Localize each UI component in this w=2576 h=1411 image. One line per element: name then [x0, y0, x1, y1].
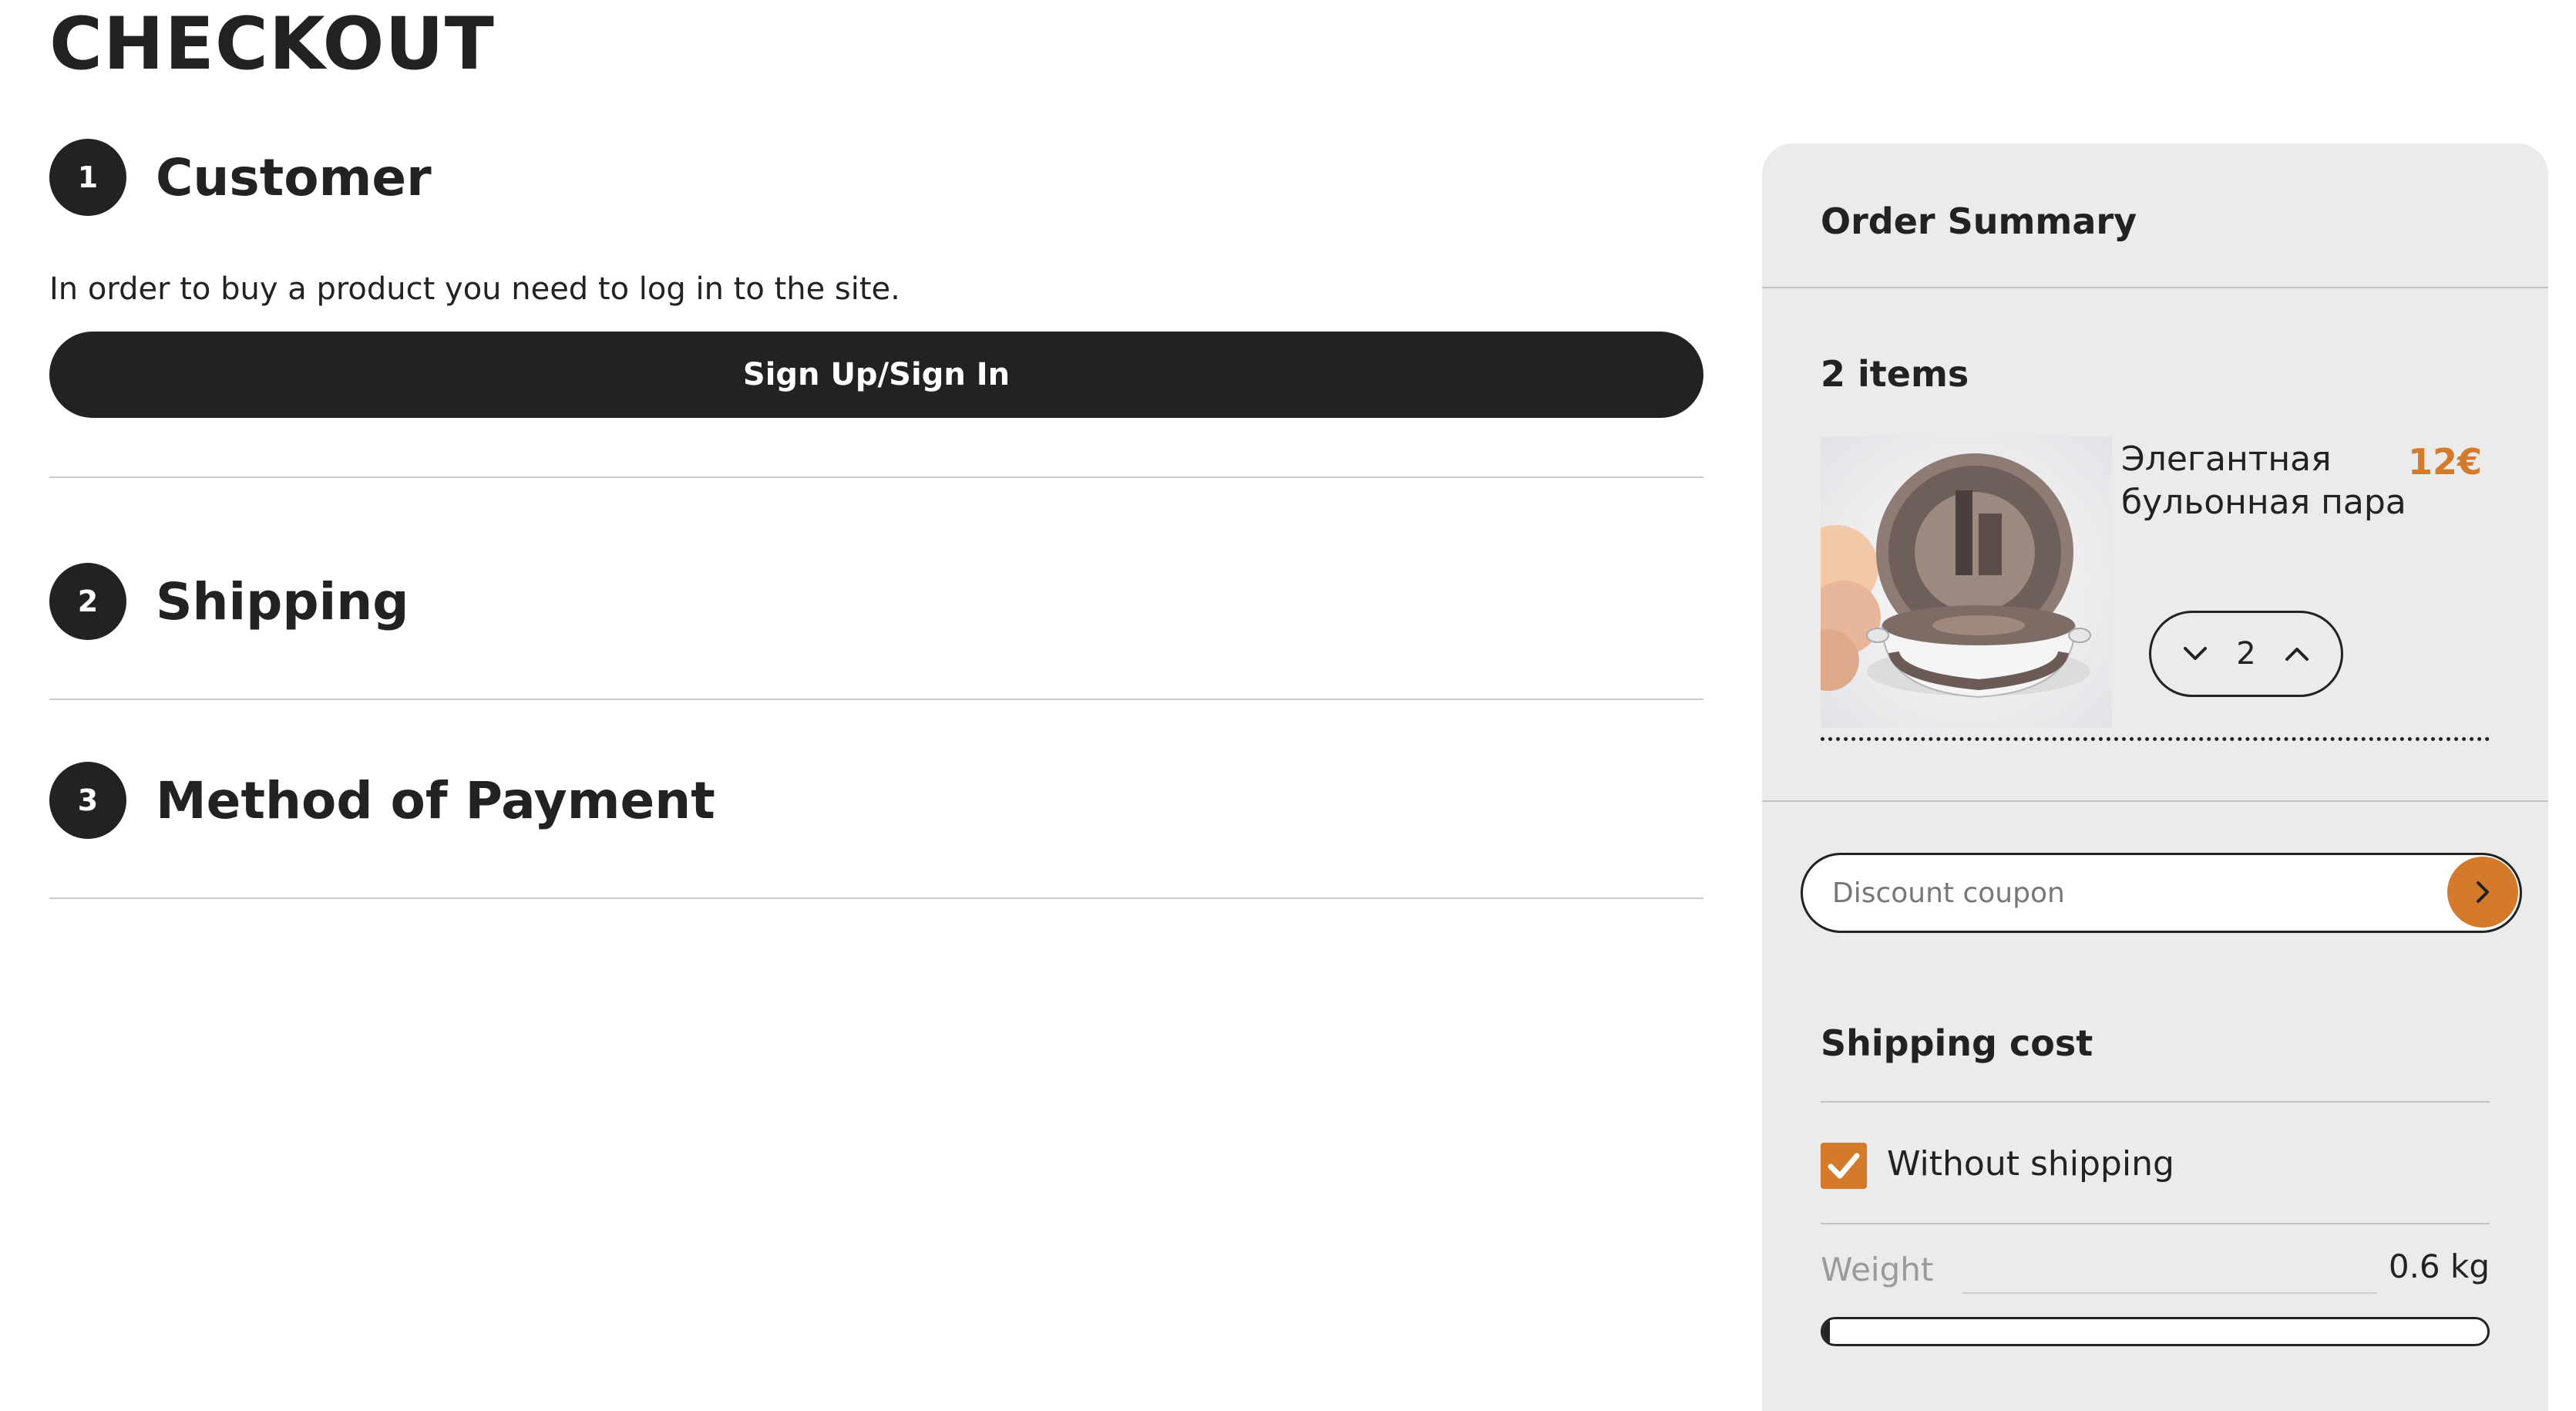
step-number-badge: 1	[49, 139, 126, 216]
checkout-steps: 1 Customer In order to buy a product you…	[49, 139, 1703, 899]
divider	[49, 699, 1703, 700]
step-title: Shipping	[156, 571, 409, 631]
divider	[1821, 1101, 2490, 1103]
step-number-badge: 2	[49, 563, 126, 640]
product-image[interactable]	[1821, 436, 2112, 728]
step-payment: 3 Method of Payment	[49, 762, 1703, 899]
coupon-input[interactable]	[1832, 855, 2433, 931]
soup-bowl-image	[1821, 436, 2112, 728]
quantity-stepper: 2	[2149, 611, 2343, 697]
divider	[1762, 800, 2548, 802]
quantity-value[interactable]: 2	[2236, 636, 2255, 672]
step-title: Customer	[156, 147, 432, 207]
weight-label: Weight	[1821, 1251, 1934, 1288]
weight-progress-fill	[1823, 1319, 1830, 1344]
login-notice: In order to buy a product you need to lo…	[49, 271, 900, 307]
chevron-right-icon	[2477, 881, 2489, 903]
step-customer-header[interactable]: 1 Customer	[49, 139, 1703, 216]
weight-progress-bar	[1821, 1317, 2490, 1346]
weight-value: 0.6 kg	[2388, 1248, 2490, 1285]
step-customer: 1 Customer In order to buy a product you…	[49, 139, 1703, 501]
apply-coupon-button[interactable]	[2447, 857, 2518, 928]
checkmark-icon	[1828, 1153, 1860, 1179]
product-name[interactable]: Элегантная бульонная пара	[2121, 438, 2430, 524]
divider	[49, 477, 1703, 478]
divider	[1821, 1223, 2490, 1224]
shipping-cost-title: Shipping cost	[1821, 1022, 2093, 1064]
product-price: 12€	[2407, 441, 2482, 483]
page-title: CHECKOUT	[49, 2, 495, 86]
step-payment-header[interactable]: 3 Method of Payment	[49, 762, 1703, 839]
coupon-field	[1801, 853, 2522, 933]
dotted-separator	[1821, 737, 2490, 741]
divider	[49, 897, 1703, 899]
sign-in-button[interactable]: Sign Up/Sign In	[49, 332, 1703, 418]
items-count: 2 items	[1821, 353, 1969, 395]
chevron-down-icon[interactable]	[2176, 635, 2214, 673]
without-shipping-checkbox[interactable]	[1821, 1143, 1867, 1189]
order-summary-panel: Order Summary 2 items Элегантная бульонн…	[1762, 143, 2548, 1411]
without-shipping-label[interactable]: Without shipping	[1887, 1144, 2174, 1184]
step-shipping: 2 Shipping	[49, 563, 1703, 700]
step-number-badge: 3	[49, 762, 126, 839]
weight-leader-line	[1962, 1292, 2377, 1294]
divider	[1762, 287, 2548, 288]
step-shipping-header[interactable]: 2 Shipping	[49, 563, 1703, 640]
step-title: Method of Payment	[156, 770, 715, 830]
order-summary-title: Order Summary	[1821, 200, 2137, 242]
chevron-up-icon[interactable]	[2278, 635, 2316, 673]
